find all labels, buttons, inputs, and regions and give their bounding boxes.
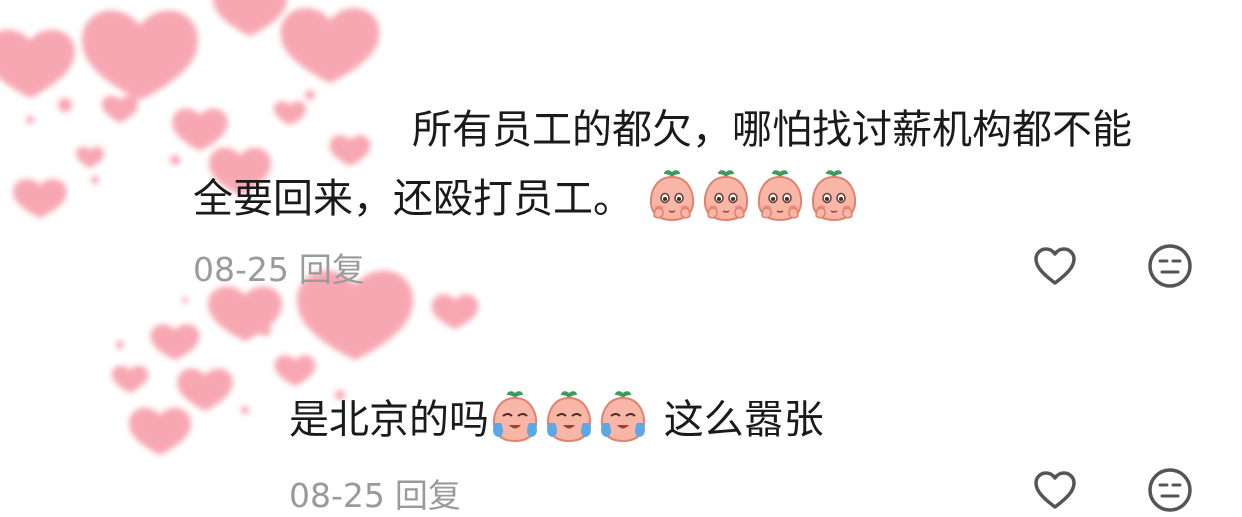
comment-date: 08-25 — [193, 250, 289, 289]
comment-meta: 08-25 回复 — [193, 243, 365, 291]
emoji-list — [489, 391, 651, 443]
peach-face-crying-icon — [600, 391, 646, 443]
comment-text-line-1: 是北京的吗 这么嚣张 — [289, 383, 824, 457]
heart-outline-icon[interactable] — [1031, 242, 1079, 290]
comment-text-line-2: 全要回来，还殴打员工。 — [193, 162, 862, 236]
peach-face-hands-icon — [811, 170, 856, 222]
peach-face-hands-icon — [757, 170, 802, 222]
comment-text-segment: 这么嚣张 — [651, 397, 824, 443]
reply-button[interactable]: 回复 — [395, 476, 461, 515]
meh-face-icon[interactable] — [1146, 466, 1194, 514]
peach-face-crying-icon — [492, 391, 538, 443]
peach-face-crying-icon — [546, 391, 592, 443]
comment-text-segment: 全要回来，还殴打员工。 — [193, 176, 633, 222]
heart-outline-icon[interactable] — [1031, 466, 1079, 514]
emoji-list — [633, 170, 862, 222]
reply-button[interactable]: 回复 — [299, 250, 365, 289]
comment-text-segment: 是北京的吗 — [289, 397, 489, 443]
peach-face-hands-icon — [703, 170, 748, 222]
comment-date: 08-25 — [289, 476, 385, 515]
peach-face-hands-icon — [649, 170, 694, 222]
comment-text-line-1: 所有员工的都欠，哪怕找讨薪机构都不能 — [412, 107, 1132, 153]
meh-face-icon[interactable] — [1146, 242, 1194, 290]
comment-meta: 08-25 回复 — [289, 469, 461, 517]
